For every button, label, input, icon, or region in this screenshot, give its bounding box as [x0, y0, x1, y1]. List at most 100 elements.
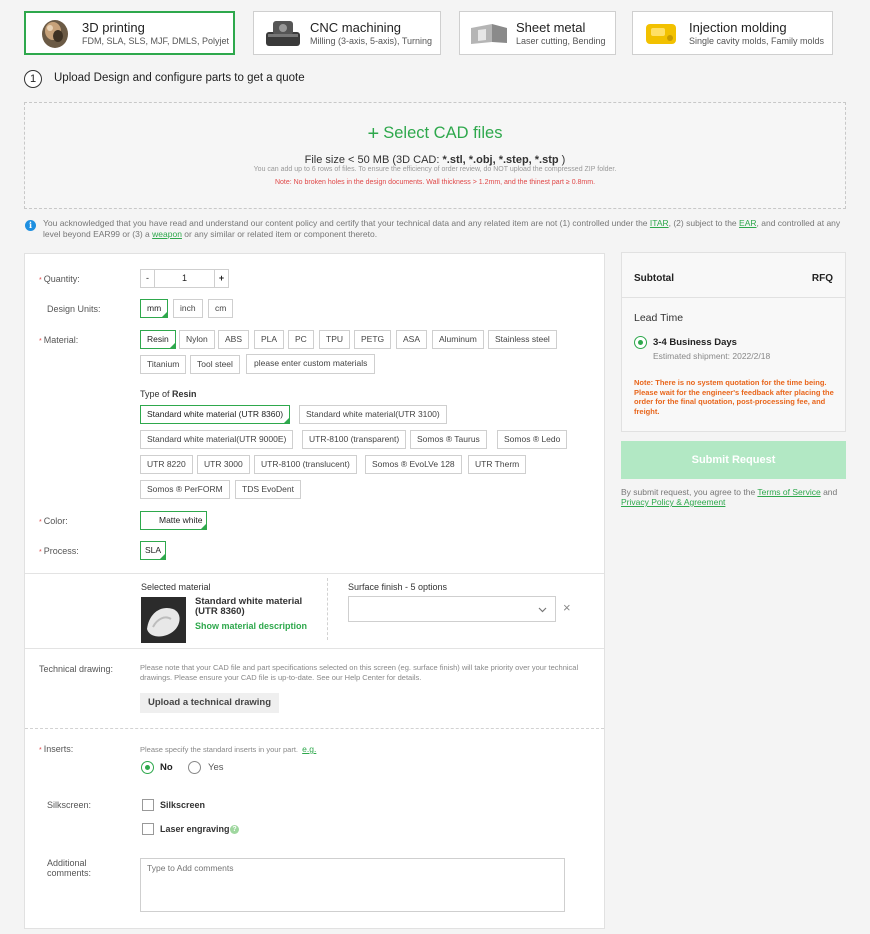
resin-type-option[interactable]: Somos ® PerFORM [140, 480, 230, 499]
subtotal-label: Subtotal [634, 273, 674, 284]
service-title: CNC machining [310, 19, 402, 35]
material-petg[interactable]: PETG [354, 330, 392, 349]
weapon-link[interactable]: weapon [152, 229, 182, 239]
estimated-shipment: Estimated shipment: 2022/2/18 [653, 351, 771, 361]
order-summary-panel: Subtotal RFQ Lead Time 3-4 Business Days… [621, 252, 846, 432]
resin-sculpture-icon [42, 20, 68, 48]
color-label: * Color: [39, 516, 68, 526]
quantity-input[interactable]: 1 [154, 269, 215, 288]
material-label: * Material: [39, 335, 79, 345]
resin-type-option[interactable]: UTR 8220 [140, 455, 193, 474]
service-injection-molding[interactable]: Injection molding Single cavity molds, F… [632, 11, 833, 55]
surface-finish-select[interactable] [348, 596, 556, 622]
service-sheet-metal[interactable]: Sheet metal Laser cutting, Bending [459, 11, 616, 55]
inserts-yes-label: Yes [208, 762, 224, 773]
resin-type-option[interactable]: Somos ® Taurus [410, 430, 487, 449]
material-sample-image [141, 597, 186, 643]
process-option-sla[interactable]: SLA [140, 541, 167, 560]
clear-surface-finish-icon[interactable]: × [563, 600, 571, 615]
resin-type-option[interactable]: UTR-8100 (translucent) [254, 455, 357, 474]
color-option-matte-white[interactable]: Matte white [140, 511, 208, 530]
lead-time-label: Lead Time [634, 312, 684, 324]
ear-link[interactable]: EAR [739, 218, 756, 228]
resin-type-option[interactable]: Somos ® EvoLVe 128 [365, 455, 462, 474]
service-3d-printing[interactable]: 3D printing FDM, SLA, SLS, MJF, DMLS, Po… [24, 11, 235, 55]
upload-hint: You can add up to 6 rows of files. To en… [253, 166, 617, 173]
material-tool-steel[interactable]: Tool steel [190, 355, 240, 374]
material-stainless-steel[interactable]: Stainless steel [488, 330, 557, 349]
unit-inch[interactable]: inch [173, 299, 203, 318]
resin-type-option[interactable]: UTR 3000 [197, 455, 250, 474]
sheet-metal-icon [471, 24, 507, 44]
service-subtitle: Laser cutting, Bending [516, 35, 606, 46]
compliance-acknowledgement: You acknowledged that you have read and … [43, 218, 841, 239]
quotation-note: Note: There is no system quotation for t… [634, 378, 834, 416]
surface-finish-label: Surface finish - 5 options [348, 582, 448, 592]
technical-drawing-note: Please note that your CAD file and part … [140, 663, 579, 682]
resin-type-option[interactable]: Somos ® Ledo [497, 430, 568, 449]
service-title: Injection molding [689, 19, 787, 35]
material-resin[interactable]: Resin [140, 330, 176, 349]
select-cad-files-button[interactable]: + Select CAD files [25, 123, 845, 146]
file-formats: *.stl, *.obj, *.step, *.stp [442, 154, 559, 166]
technical-drawing-label: Technical drawing: [39, 664, 114, 674]
service-cnc-machining[interactable]: CNC machining Milling (3-axis, 5-axis), … [253, 11, 441, 55]
chevron-down-icon [538, 607, 547, 613]
terms-of-service-link[interactable]: Terms of Service [757, 487, 820, 497]
help-icon[interactable]: ? [230, 825, 239, 834]
show-material-description-link[interactable]: Show material description [195, 621, 307, 631]
material-pla[interactable]: PLA [254, 330, 285, 349]
unit-mm[interactable]: mm [140, 299, 169, 318]
material-aluminum[interactable]: Aluminum [432, 330, 484, 349]
submit-request-button[interactable]: Submit Request [621, 441, 846, 479]
service-title: 3D printing [82, 19, 145, 35]
resin-type-option[interactable]: Standard white material (UTR 8360) [140, 405, 291, 424]
cnc-part-icon [266, 21, 300, 46]
inserts-no-radio[interactable] [141, 761, 154, 774]
service-subtitle: FDM, SLA, SLS, MJF, DMLS, Polyjet [82, 35, 230, 46]
material-abs[interactable]: ABS [218, 330, 250, 349]
plus-icon: + [367, 123, 380, 145]
type-of-material-heading: Type of Resin [140, 389, 197, 399]
resin-type-option[interactable]: Standard white material(UTR 9000E) [140, 430, 294, 449]
selected-material-name: Standard white material (UTR 8360) [195, 596, 303, 617]
lead-time-option-label: 3-4 Business Days [653, 337, 737, 348]
service-title: Sheet metal [516, 19, 586, 35]
silkscreen-option-label: Silkscreen [160, 800, 206, 810]
info-icon: i [25, 220, 36, 231]
additional-comments-input[interactable] [140, 858, 565, 912]
material-titanium[interactable]: Titanium [140, 355, 187, 374]
select-cad-files-label: Select CAD files [383, 124, 503, 142]
material-asa[interactable]: ASA [396, 330, 428, 349]
step-instruction: Upload Design and configure parts to get… [54, 72, 305, 84]
service-subtitle: Milling (3-axis, 5-axis), Turning [310, 35, 433, 46]
submit-terms-text: By submit request, you agree to the Term… [621, 487, 838, 507]
selected-material-heading: Selected material [141, 582, 211, 592]
inserts-example-link[interactable]: e.g. [302, 744, 316, 754]
unit-cm[interactable]: cm [208, 299, 234, 318]
upload-technical-drawing-button[interactable]: Upload a technical drawing [140, 693, 279, 713]
resin-type-option[interactable]: UTR Therm [468, 455, 527, 474]
process-label: * Process: [39, 546, 79, 556]
itar-link[interactable]: ITAR [650, 218, 669, 228]
qty-decrement-button[interactable]: - [140, 269, 155, 288]
resin-type-option[interactable]: TDS EvoDent [235, 480, 301, 499]
silkscreen-checkbox[interactable] [142, 799, 154, 811]
service-subtitle: Single cavity molds, Family molds [689, 35, 825, 46]
design-units-label: Design Units: [47, 304, 101, 314]
custom-material-input[interactable]: please enter custom materials [246, 354, 376, 374]
quantity-label: * Quantity: [39, 274, 80, 284]
material-pc[interactable]: PC [288, 330, 314, 349]
lead-time-option-radio[interactable] [634, 336, 647, 349]
resin-type-option[interactable]: UTR-8100 (transparent) [302, 430, 407, 449]
resin-type-option[interactable]: Standard white material(UTR 3100) [299, 405, 447, 424]
privacy-policy-link[interactable]: Privacy Policy & Agreement [621, 497, 725, 507]
laser-engraving-checkbox[interactable] [142, 823, 154, 835]
material-tpu[interactable]: TPU [319, 330, 350, 349]
step-number: 1 [24, 70, 42, 88]
silkscreen-label: Silkscreen: [47, 800, 92, 810]
inserts-yes-radio[interactable] [188, 761, 201, 774]
material-nylon[interactable]: Nylon [179, 330, 215, 349]
cad-upload-dropzone[interactable]: + Select CAD files File size < 50 MB (3D … [24, 102, 846, 209]
qty-increment-button[interactable]: + [214, 269, 229, 288]
